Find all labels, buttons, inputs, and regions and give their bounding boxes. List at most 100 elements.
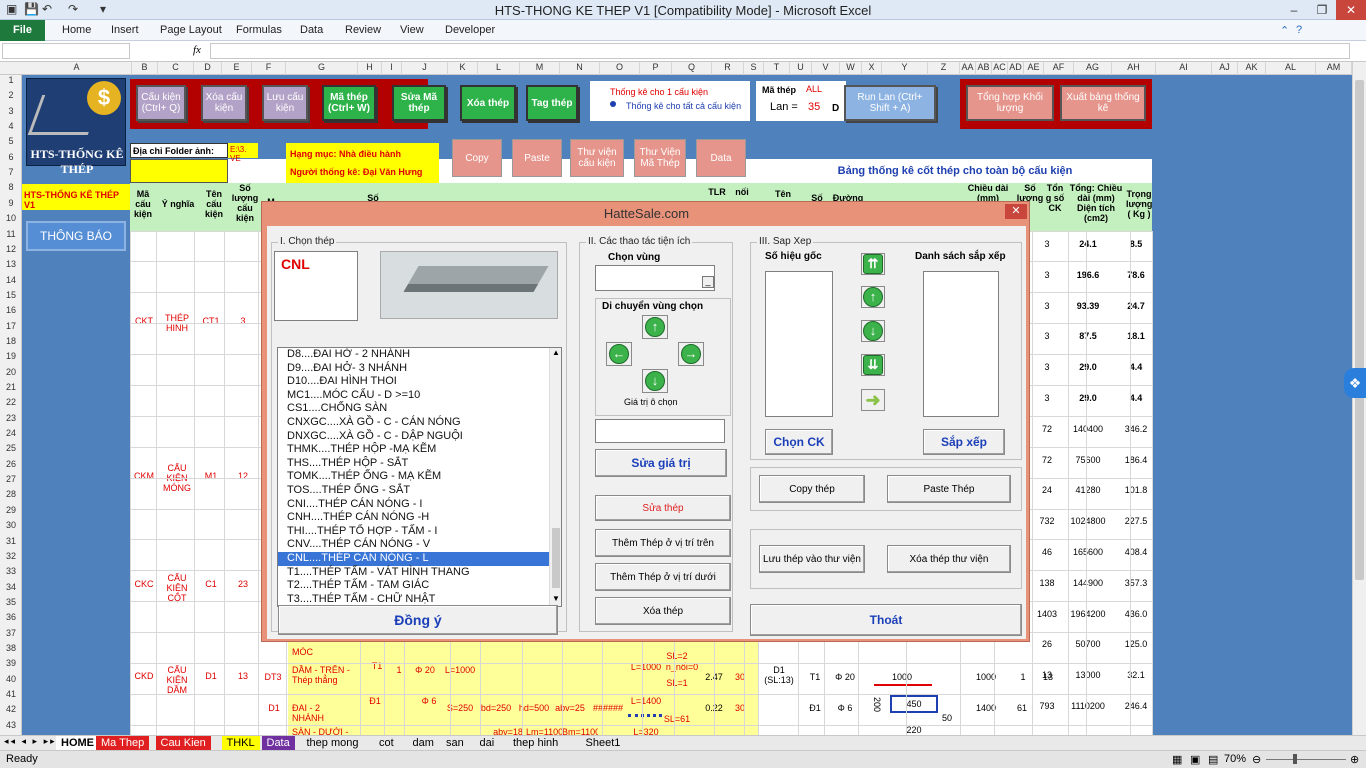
- steel-list-item[interactable]: THS....THÉP HỘP - SẮT: [278, 457, 561, 471]
- formula-input[interactable]: [210, 43, 1350, 59]
- row-header[interactable]: 34: [0, 582, 22, 592]
- zoom-out-icon[interactable]: ⊖: [1252, 753, 1261, 766]
- column-header[interactable]: C: [158, 62, 194, 75]
- xoa-thep-dialog-button[interactable]: Xóa thép: [595, 597, 731, 625]
- column-header[interactable]: AK: [1238, 62, 1266, 75]
- them-tren-button[interactable]: Thêm Thép ở vị trí trên: [595, 529, 731, 557]
- steel-list-item[interactable]: T2....THÉP TẤM - TAM GIÁC: [278, 579, 561, 593]
- tab-review[interactable]: Review: [345, 24, 381, 36]
- paste-button[interactable]: Paste: [512, 139, 562, 177]
- column-header[interactable]: AF: [1044, 62, 1074, 75]
- row-header[interactable]: 23: [0, 413, 22, 423]
- steel-list-item[interactable]: CNV....THÉP CÁN NÓNG - V: [278, 538, 561, 552]
- column-header[interactable]: AM: [1316, 62, 1352, 75]
- column-header[interactable]: V: [812, 62, 840, 75]
- row-header[interactable]: 7: [0, 167, 22, 177]
- row-header[interactable]: 17: [0, 321, 22, 331]
- column-header[interactable]: G: [286, 62, 358, 75]
- column-header[interactable]: E: [222, 62, 252, 75]
- radio-icon[interactable]: [610, 101, 616, 107]
- xoa-cau-kien-button[interactable]: Xóa cấu kiện: [201, 85, 247, 121]
- page-break-icon[interactable]: ▤: [1208, 753, 1218, 766]
- close-button[interactable]: ✕: [1336, 0, 1366, 20]
- dialog-close-button[interactable]: ✕: [1005, 204, 1027, 219]
- steel-list-item[interactable]: MC1....MÓC CẨU - D >=10: [278, 389, 561, 403]
- steel-list-item[interactable]: TOS....THÉP ỐNG - SẮT: [278, 484, 561, 498]
- so-hieu-goc-list[interactable]: [765, 271, 833, 417]
- sheet-tab[interactable]: thep hinh: [508, 736, 563, 750]
- column-header[interactable]: U: [790, 62, 812, 75]
- tag-thep-button[interactable]: Tag thép: [526, 85, 578, 121]
- row-header[interactable]: 33: [0, 566, 22, 576]
- row-header[interactable]: 31: [0, 536, 22, 546]
- row-header[interactable]: 19: [0, 351, 22, 361]
- column-header[interactable]: X: [862, 62, 882, 75]
- scroll-thumb[interactable]: [1355, 80, 1364, 580]
- column-header[interactable]: AA: [960, 62, 976, 75]
- thongke-1-option[interactable]: Thống kê cho 1 cấu kiện: [610, 87, 708, 97]
- minimize-button[interactable]: –: [1280, 0, 1308, 20]
- move-item-up-button[interactable]: ↑: [861, 286, 885, 308]
- column-header[interactable]: H: [358, 62, 382, 75]
- folder-value[interactable]: E:\3. VE: [228, 143, 258, 163]
- tab-data[interactable]: Data: [300, 24, 323, 36]
- steel-list-item[interactable]: THI....THÉP TỔ HỢP - TẤM - I: [278, 525, 561, 539]
- thoat-button[interactable]: Thoát: [750, 604, 1022, 636]
- column-header[interactable]: AJ: [1212, 62, 1238, 75]
- column-header[interactable]: R: [712, 62, 744, 75]
- column-header[interactable]: AH: [1112, 62, 1156, 75]
- row-header[interactable]: 2: [0, 90, 22, 100]
- zoom-in-icon[interactable]: ⊕: [1350, 753, 1359, 766]
- row-header[interactable]: 36: [0, 612, 22, 622]
- column-header[interactable]: T: [764, 62, 790, 75]
- steel-list-item[interactable]: CNH....THÉP CÁN NÓNG -H: [278, 511, 561, 525]
- thongke-all-option[interactable]: Thống kê cho tất cả cấu kiện: [626, 101, 741, 111]
- column-header[interactable]: B: [132, 62, 158, 75]
- row-header[interactable]: 28: [0, 489, 22, 499]
- row-header[interactable]: 29: [0, 505, 22, 515]
- row-header[interactable]: 42: [0, 704, 22, 714]
- column-header[interactable]: M: [520, 62, 560, 75]
- row-header[interactable]: 12: [0, 244, 22, 254]
- row-header[interactable]: 4: [0, 121, 22, 131]
- chon-ck-button[interactable]: Chọn CK: [765, 429, 833, 455]
- xuat-bang-button[interactable]: Xuất bảng thống kê: [1060, 85, 1146, 121]
- file-tab[interactable]: File: [0, 20, 45, 41]
- danh-sach-list[interactable]: [923, 271, 999, 417]
- sheet-tab[interactable]: Sheet1: [581, 736, 626, 750]
- tab-nav-icons[interactable]: ◂◂ ◂ ▸ ▸▸: [4, 736, 57, 747]
- row-header[interactable]: 11: [0, 229, 22, 239]
- row-header[interactable]: 8: [0, 182, 22, 192]
- cau-kien-button[interactable]: Cấu kiện (Ctrl+ Q): [136, 85, 186, 121]
- row-header[interactable]: 16: [0, 305, 22, 315]
- column-header[interactable]: AE: [1024, 62, 1044, 75]
- tab-developer[interactable]: Developer: [445, 24, 495, 36]
- sheet-tab[interactable]: san: [441, 736, 469, 750]
- column-header[interactable]: P: [640, 62, 672, 75]
- thongbao-button[interactable]: THÔNG BÁO: [26, 221, 126, 251]
- paste-thep-button[interactable]: Paste Thép: [887, 475, 1011, 503]
- row-header[interactable]: 40: [0, 674, 22, 684]
- steel-list-item[interactable]: D10....ĐAI HÌNH THOI: [278, 375, 561, 389]
- steel-list-item[interactable]: TOMK....THÉP ỐNG - MẠ KẼM: [278, 470, 561, 484]
- row-header[interactable]: 30: [0, 520, 22, 530]
- column-header[interactable]: K: [448, 62, 478, 75]
- luu-thep-button[interactable]: Lưu thép vào thư viện: [759, 545, 865, 573]
- name-box[interactable]: [2, 43, 130, 59]
- row-header[interactable]: 39: [0, 658, 22, 668]
- column-header[interactable]: AI: [1156, 62, 1212, 75]
- steel-list[interactable]: D8....ĐAI HỞ - 2 NHÁNH D9....ĐAI HỞ- 3 NH…: [277, 347, 562, 607]
- vertical-scrollbar[interactable]: [1352, 62, 1366, 735]
- gia-tri-input[interactable]: [595, 419, 725, 443]
- page-layout-icon[interactable]: ▣: [1190, 753, 1200, 766]
- move-right-button[interactable]: →: [678, 342, 704, 366]
- sheet-tab[interactable]: Data: [261, 736, 295, 750]
- copy-button[interactable]: Copy: [452, 139, 502, 177]
- row-header[interactable]: 37: [0, 628, 22, 638]
- maximize-button[interactable]: ❐: [1308, 0, 1336, 20]
- column-header[interactable]: N: [560, 62, 600, 75]
- thu-vien-cau-kien-button[interactable]: Thư viện cấu kiện: [570, 139, 624, 177]
- column-header[interactable]: Q: [672, 62, 712, 75]
- them-duoi-button[interactable]: Thêm Thép ở vị trí dưới: [595, 563, 731, 591]
- column-header[interactable]: AB: [976, 62, 992, 75]
